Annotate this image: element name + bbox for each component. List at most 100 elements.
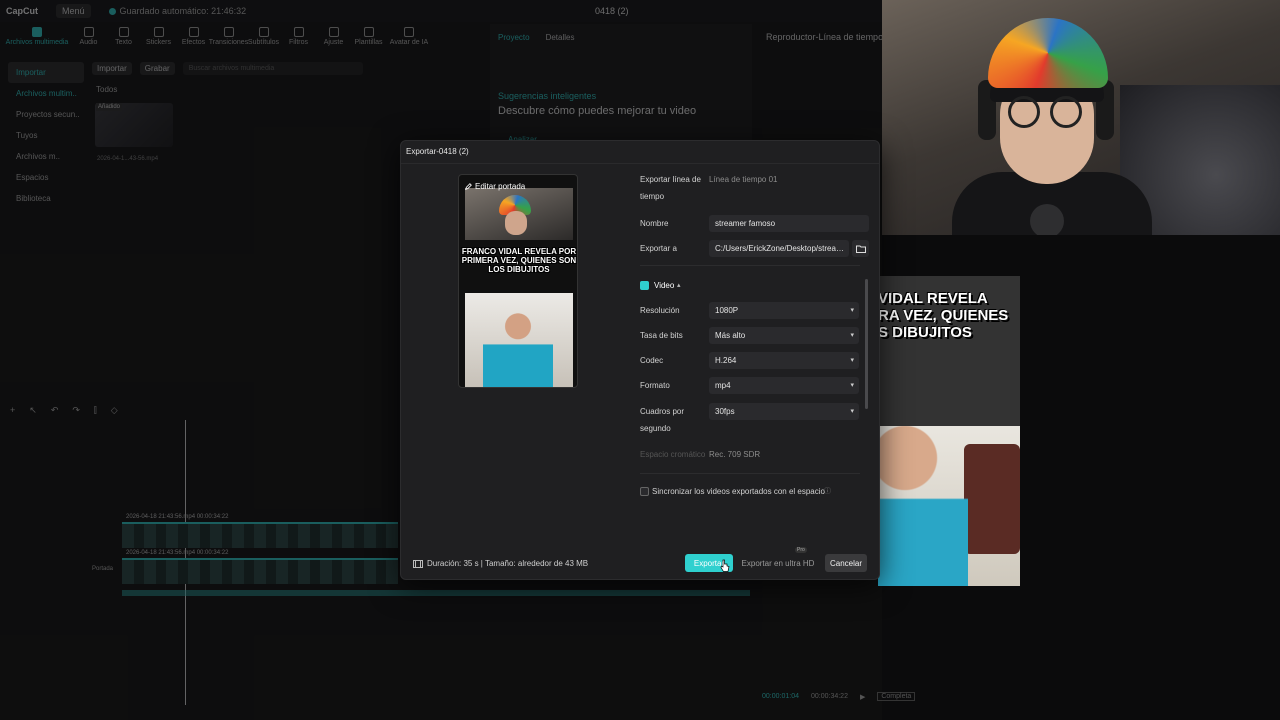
tab-details[interactable]: Detalles — [546, 33, 575, 42]
name-input[interactable]: streamer famoso — [709, 215, 869, 232]
text-icon — [118, 27, 129, 37]
sync-checkbox[interactable] — [640, 487, 649, 496]
dialog-title: Exportar-0418 (2) — [406, 147, 469, 156]
play-icon[interactable]: ▶ — [860, 693, 865, 701]
colorspace-value: Rec. 709 SDR — [709, 450, 761, 459]
sidebar-item-projects[interactable]: Proyectos secun.. — [8, 104, 84, 125]
info-icon[interactable]: ⓘ — [824, 483, 831, 500]
tool-templates[interactable]: Plantillas — [352, 24, 385, 52]
tool-text[interactable]: Texto — [107, 24, 140, 52]
chevron-down-icon: ▾ — [850, 332, 854, 339]
sticker-icon — [153, 27, 164, 37]
edit-cover-label: Editar portada — [475, 182, 526, 191]
duration-info: Duración: 35 s | Tamaño: alrededor de 43… — [427, 559, 589, 568]
export-uhd-button[interactable]: Exportar en ultra HD — [739, 554, 817, 572]
undo-icon[interactable]: ↶ — [51, 405, 59, 417]
subtitles-icon — [258, 27, 269, 37]
cancel-button[interactable]: Cancelar — [825, 554, 867, 572]
chevron-up-icon[interactable]: ▴ — [677, 277, 681, 294]
divider — [640, 473, 860, 474]
tool-media[interactable]: Archivos multimedia — [4, 24, 70, 52]
media-sidebar: Importar Archivos multim.. Proyectos sec… — [8, 62, 84, 209]
resolution-label: Resolución — [640, 306, 680, 315]
dialog-scrollbar[interactable] — [865, 279, 868, 409]
split-icon[interactable]: ⫿ — [94, 405, 97, 417]
pencil-icon — [465, 183, 472, 190]
suggestions-desc: Descubre cómo puedes mejorar tu video — [498, 105, 697, 117]
timeline-clip[interactable] — [122, 558, 398, 584]
title-bar: CapCut Menú Guardado automático: 21:46:3… — [0, 0, 882, 22]
video-label: Video — [654, 281, 675, 290]
fps-select[interactable]: 30fps ▾ — [709, 403, 859, 420]
screen: CapCut Menú Guardado automático: 21:46:3… — [0, 0, 1280, 720]
sidebar-item-media[interactable]: Archivos multim.. — [8, 83, 84, 104]
filter-all[interactable]: Todos — [96, 85, 117, 94]
menu-button[interactable]: Menú — [56, 4, 91, 18]
webcam-feed — [882, 0, 1280, 235]
codec-select[interactable]: H.264 ▾ — [709, 352, 859, 369]
format-select[interactable]: mp4 ▾ — [709, 377, 859, 394]
preview-chair — [964, 444, 1020, 554]
shield-icon[interactable]: ◇ — [111, 405, 118, 417]
templates-icon — [363, 27, 374, 37]
bitrate-label: Tasa de bits — [640, 331, 683, 340]
video-checkbox[interactable] — [640, 281, 649, 290]
tool-effects[interactable]: Efectos — [177, 24, 210, 52]
folder-icon[interactable] — [852, 240, 869, 257]
cover-label[interactable]: Portada — [92, 566, 113, 572]
tool-audio[interactable]: Audio — [72, 24, 105, 52]
thumbnail-name: 2026-04-1...43-56.mp4 — [97, 156, 159, 162]
chevron-down-icon: ▾ — [850, 357, 854, 364]
avatar-icon — [404, 27, 414, 37]
sidebar-item-files[interactable]: Archivos m.. — [8, 146, 84, 167]
import-button[interactable]: Importar — [92, 61, 132, 75]
export-path-input[interactable]: C:/Users/ErickZone/Desktop/stream... — [709, 240, 849, 257]
sidebar-item-library[interactable]: Biblioteca — [8, 188, 84, 209]
cover-face — [505, 211, 527, 235]
media-search-input[interactable]: Buscar archivos multimedia — [182, 61, 363, 75]
export-timeline-label: Exportar línea de tiempo — [640, 175, 701, 201]
record-button[interactable]: Grabar — [139, 61, 175, 75]
sidebar-item-import[interactable]: Importar — [8, 62, 84, 83]
glasses-icon — [1008, 96, 1040, 128]
sidebar-item-yours[interactable]: Tuyos — [8, 125, 84, 146]
full-button[interactable]: Completa — [877, 692, 916, 701]
sidebar-item-spaces[interactable]: Espacios — [8, 167, 84, 188]
tool-stickers[interactable]: Stickers — [142, 24, 175, 52]
divider — [401, 163, 879, 164]
bitrate-select[interactable]: Más alto ▾ — [709, 327, 859, 344]
autosave-icon — [108, 7, 116, 15]
tool-transitions[interactable]: Transiciones — [208, 24, 249, 52]
tab-project[interactable]: Proyecto — [498, 33, 530, 42]
edit-cover-button[interactable]: Editar portada — [465, 182, 525, 191]
tool-label: Transiciones — [208, 39, 249, 46]
cover-preview[interactable]: FRANCO VIDAL REVELA POR PRIMERA VEZ, QUI… — [458, 174, 578, 388]
add-icon[interactable]: + — [10, 405, 15, 417]
select-icon[interactable]: ↖ — [29, 405, 37, 417]
export-timeline-value: Línea de tiempo 01 — [709, 175, 778, 184]
redo-icon[interactable]: ↷ — [72, 405, 80, 417]
total-time: 00:00:34:22 — [810, 693, 848, 700]
chevron-down-icon: ▾ — [850, 307, 854, 314]
tool-subtitles[interactable]: Subtítulos — [247, 24, 280, 52]
microphone-icon — [1030, 204, 1064, 235]
added-badge: Añadido — [96, 103, 123, 111]
clip-label: 2026-04-18 21:43:56.mp4 00:00:34:22 — [126, 514, 229, 520]
transitions-icon — [223, 27, 234, 37]
glasses-icon — [1050, 96, 1082, 128]
autosave-status: Guardado automático: 21:46:32 — [108, 6, 246, 16]
video-preview-crop: VIDAL REVELA RA VEZ, QUIENES S DIBUJITOS — [878, 276, 1020, 586]
tool-ai-avatar[interactable]: Avatar de IA — [387, 24, 431, 52]
export-info: Duración: 35 s | Tamaño: alrededor de 43… — [413, 559, 588, 568]
chevron-down-icon: ▾ — [850, 382, 854, 389]
codec-label: Codec — [640, 356, 664, 365]
tool-adjust[interactable]: Ajuste — [317, 24, 350, 52]
audio-icon — [83, 27, 94, 37]
tool-filters[interactable]: Filtros — [282, 24, 315, 52]
colorspace-label: Espacio cromático — [640, 450, 706, 459]
timeline-clip[interactable] — [122, 522, 398, 548]
resolution-select[interactable]: 1080P ▾ — [709, 302, 859, 319]
name-label: Nombre — [640, 219, 669, 228]
player-title: Reproductor-Línea de tiempo 01 — [766, 32, 896, 42]
effects-icon — [188, 27, 199, 37]
